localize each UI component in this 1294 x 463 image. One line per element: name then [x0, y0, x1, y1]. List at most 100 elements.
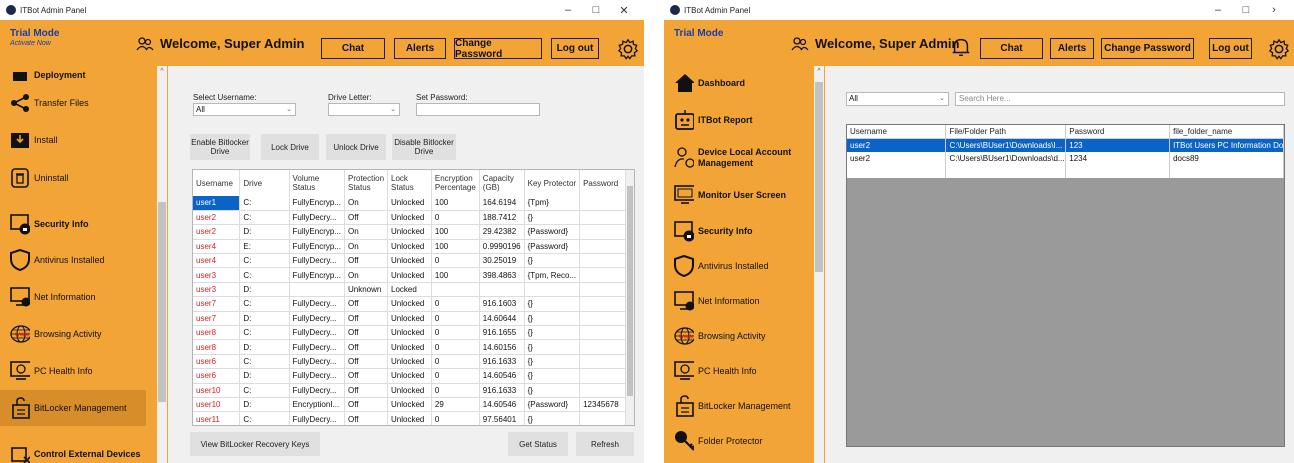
scroll-up-icon[interactable]: ^ — [157, 68, 167, 78]
column-header[interactable]: Username — [847, 125, 947, 139]
sidebar-item-antivirus[interactable]: Antivirus Installed — [664, 249, 814, 283]
sidebar-scrollbar[interactable]: ^ — [814, 66, 824, 463]
bitlocker-panel: Select Username: All ⌄ Drive Letter: ⌄ Se… — [168, 66, 644, 463]
sidebar-item-browsing-activity[interactable]: WWW Browsing Activity — [0, 317, 146, 351]
change-password-button[interactable]: Change Password — [1101, 38, 1194, 59]
scrollbar-thumb[interactable] — [815, 82, 823, 272]
sidebar-item-net-information[interactable]: Net Information — [664, 284, 814, 318]
table-cell: user7 — [193, 296, 241, 312]
enable-bitlocker-button[interactable]: Enable Bitlocker Drive — [190, 134, 250, 160]
drive-letter-select[interactable]: ⌄ — [328, 103, 400, 116]
column-header[interactable]: File/Folder Path — [945, 125, 1067, 139]
table-row[interactable]: user1 C: FullyEncryp... On Unlocked 100 164.61… — [193, 196, 626, 211]
sidebar-item-security-info[interactable]: Security Info — [664, 214, 814, 248]
sidebar-item-itbot-report[interactable]: ITBot Report — [664, 103, 814, 137]
table-row[interactable]: user4 E: FullyEncryp... On Unlocked 100 0.9990… — [193, 239, 626, 255]
unlock-drive-button[interactable]: Unlock Drive — [326, 134, 386, 160]
maximize-icon[interactable]: □ — [582, 4, 610, 16]
sidebar-item-pc-health[interactable]: PC Health Info — [664, 354, 814, 388]
column-header[interactable]: Capacity (GB) — [479, 170, 525, 196]
lock-drive-button[interactable]: Lock Drive — [261, 134, 319, 160]
sidebar-item-uninstall[interactable]: Uninstall — [0, 161, 146, 195]
table-row[interactable]: user2 C: FullyDecry... Off Unlocked 0 188.7412… — [193, 210, 626, 226]
column-header[interactable]: Password — [1065, 125, 1171, 139]
sidebar-item-browsing-activity[interactable]: WWW Browsing Activity — [664, 319, 814, 353]
table-cell: Locked — [387, 282, 432, 298]
settings-gear-icon[interactable] — [617, 38, 639, 60]
sidebar-item-security-info[interactable]: Security Info — [0, 207, 146, 241]
table-cell: FullyDecry... — [289, 296, 346, 312]
user-filter-select[interactable]: All ⌄ — [846, 92, 949, 106]
refresh-button[interactable]: Refresh — [576, 432, 634, 456]
search-input[interactable]: Search Here... — [955, 92, 1285, 106]
table-scrollbar[interactable] — [625, 170, 634, 425]
table-row[interactable]: user3 D: Unknown Locked — [193, 282, 626, 298]
table-row[interactable]: user2 C:\Users\BUser1\Downloads\I... 123 IT… — [847, 138, 1284, 152]
sidebar-item-monitor-user-screen[interactable]: Monitor User Screen — [664, 178, 814, 212]
table-row[interactable]: user2 D: FullyEncryp... On Unlocked 100 29.423… — [193, 224, 626, 240]
logout-button[interactable]: Log out — [551, 38, 599, 59]
logout-button[interactable]: Log out — [1209, 38, 1252, 59]
table-cell: Off — [344, 325, 389, 341]
activate-now-link[interactable]: Activate Now — [10, 40, 51, 47]
column-header[interactable]: Volume Status — [289, 170, 346, 196]
sidebar-item-folder-protector[interactable]: Folder Protector — [664, 424, 814, 458]
scrollbar-thumb[interactable] — [627, 186, 633, 396]
view-recovery-keys-button[interactable]: View BitLocker Recovery Keys — [190, 432, 320, 456]
table-row[interactable]: user11 C: FullyDecry... Off Unlocked 0 97.5640… — [193, 411, 626, 425]
sidebar-item-bitlocker[interactable]: BitLocker Management — [0, 390, 146, 426]
column-header[interactable]: file_folder_name — [1169, 125, 1284, 139]
table-cell: {Tpm} — [524, 196, 581, 211]
table-row[interactable] — [847, 164, 1284, 178]
table-row[interactable]: user7 D: FullyDecry... Off Unlocked 0 14.60644… — [193, 311, 626, 327]
table-row[interactable]: user8 C: FullyDecry... Off Unlocked 0 916.1655… — [193, 325, 626, 341]
table-row[interactable]: user4 C: FullyDecry... Off Unlocked 0 30.25019… — [193, 253, 626, 269]
set-password-input[interactable] — [416, 103, 540, 116]
table-cell: user10 — [193, 383, 241, 398]
column-header[interactable]: Key Protector — [524, 170, 581, 196]
chevron-down-icon: ⌄ — [286, 106, 292, 113]
table-row[interactable]: user8 D: FullyDecry... Off Unlocked 0 14.60156… — [193, 339, 626, 355]
scrollbar-thumb[interactable] — [158, 202, 166, 402]
sidebar-item-install[interactable]: Install — [0, 123, 146, 157]
column-header[interactable]: Username — [193, 170, 241, 196]
maximize-icon[interactable]: □ — [1232, 4, 1260, 16]
column-header[interactable]: Password — [579, 170, 626, 196]
table-row[interactable]: user6 D: FullyDecry... Off Unlocked 0 14.60546… — [193, 368, 626, 384]
bell-icon[interactable] — [950, 36, 972, 58]
table-row[interactable]: user2 C:\Users\BUser1\Downloads\d... 1234 d… — [847, 151, 1284, 165]
minimize-icon[interactable]: – — [554, 4, 582, 16]
close-icon[interactable]: › — [1260, 4, 1288, 16]
sidebar-item-device-local-account[interactable]: Device Local Account Management — [664, 138, 814, 178]
drive-letter-label: Drive Letter: — [328, 93, 372, 102]
get-status-button[interactable]: Get Status — [508, 432, 568, 456]
alerts-button[interactable]: Alerts — [394, 38, 446, 59]
column-header[interactable]: Drive — [239, 170, 290, 196]
column-header[interactable]: Encryption Percentage — [431, 170, 480, 196]
table-row[interactable]: user10 C: FullyDecry... Off Unlocked 0 916.163… — [193, 383, 626, 398]
sidebar-item-dashboard[interactable]: Dashboard — [664, 66, 814, 100]
sidebar-item-antivirus[interactable]: Antivirus Installed — [0, 243, 146, 277]
table-row[interactable]: user10 D: EncryptionI... Off Unlocked 29 14.60… — [193, 397, 626, 413]
chat-button[interactable]: Chat — [980, 38, 1043, 59]
table-row[interactable]: user7 C: FullyDecry... Off Unlocked 0 916.1603… — [193, 296, 626, 312]
table-row[interactable]: user6 C: FullyDecry... Off Unlocked 0 916.1633… — [193, 354, 626, 370]
username-select[interactable]: All ⌄ — [193, 103, 296, 116]
settings-gear-icon[interactable] — [1268, 38, 1290, 60]
chat-button[interactable]: Chat — [321, 38, 385, 59]
sidebar-item-transfer-files[interactable]: Transfer Files — [0, 86, 146, 120]
minimize-icon[interactable]: – — [1204, 4, 1232, 16]
change-password-button[interactable]: Change Password — [454, 38, 542, 60]
table-row[interactable]: user3 C: FullyEncryp... On Unlocked 100 398.48… — [193, 267, 626, 283]
close-icon[interactable]: ✕ — [610, 4, 638, 17]
sidebar-item-net-information[interactable]: Net Information — [0, 280, 146, 314]
sidebar-item-bitlocker[interactable]: BitLocker Management — [664, 389, 814, 423]
scroll-up-icon[interactable]: ^ — [814, 68, 824, 78]
column-header[interactable]: Protection Status — [344, 170, 389, 196]
sidebar-item-pc-health[interactable]: PC Health Info — [0, 354, 146, 388]
column-header[interactable]: Lock Status — [387, 170, 432, 196]
alerts-button[interactable]: Alerts — [1050, 38, 1094, 59]
disable-bitlocker-button[interactable]: Disable Bitlocker Drive — [392, 134, 456, 160]
sidebar-scrollbar[interactable]: ^ — [157, 66, 167, 463]
sidebar-item-control-external-devices[interactable]: Control External Devices — [0, 437, 146, 463]
